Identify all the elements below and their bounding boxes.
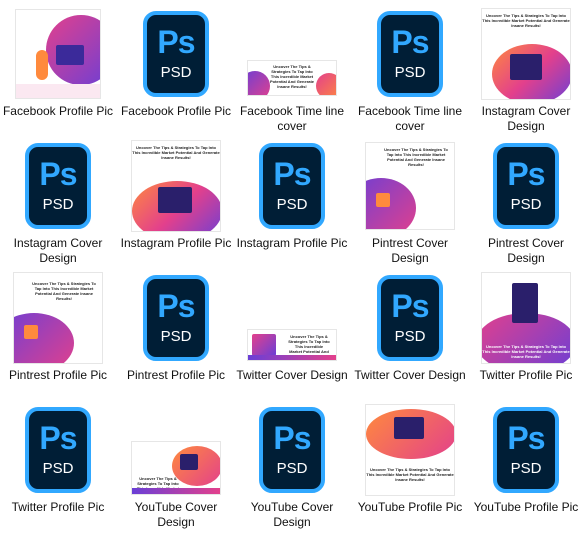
file-item[interactable]: Ps PSD Facebook Time line cover (352, 4, 468, 134)
file-label: Facebook Time line cover (357, 104, 463, 133)
file-label: Twitter Cover Design (236, 368, 348, 382)
file-item[interactable]: Ps PSD Instagram Cover Design (0, 136, 116, 266)
file-label: Pintrest Profile Pic (8, 368, 108, 382)
psd-file-icon: Ps PSD (143, 11, 209, 97)
file-label: Instagram Profile Pic (120, 236, 232, 250)
file-item[interactable]: Ps PSD YouTube Profile Pic (468, 400, 583, 530)
psd-file-icon: Ps PSD (377, 275, 443, 361)
file-label: Instagram Profile Pic (236, 236, 348, 250)
image-thumbnail-icon: Uncover The Tips & Strategies To Tap Int… (248, 330, 336, 360)
file-item[interactable]: Uncover The Tips & Strategies To Tap Int… (0, 268, 116, 398)
file-item[interactable]: Uncover The Tips & Strategies To Tap Int… (352, 400, 468, 530)
psd-file-icon: Ps PSD (259, 143, 325, 229)
file-item[interactable]: Facebook Profile Pic (0, 4, 116, 134)
file-label: Twitter Profile Pic (479, 368, 573, 382)
file-label: Facebook Profile Pic (120, 104, 232, 118)
psd-file-icon: Ps PSD (25, 407, 91, 493)
file-label: Instagram Cover Design (481, 104, 571, 133)
image-thumbnail-icon: Uncover The Tips & Strategies To Tap Int… (14, 273, 102, 363)
thumbnail (0, 4, 116, 104)
file-item[interactable]: Uncover The Tips & Strategies To Tap Int… (468, 268, 583, 398)
file-label: YouTube Profile Pic (473, 500, 579, 514)
image-thumbnail-icon: Uncover The Tips & Strategies To Tap Int… (132, 442, 220, 494)
file-item[interactable]: Ps PSD Pintrest Profile Pic (118, 268, 234, 398)
psd-file-icon: Ps PSD (493, 407, 559, 493)
file-item[interactable]: Uncover The Tips & Strategies To Tap Int… (118, 400, 234, 530)
file-label: YouTube Cover Design (250, 500, 334, 529)
file-label: Facebook Profile Pic (2, 104, 114, 118)
file-item[interactable]: Uncover The Tips & Strategies To Tap Int… (234, 268, 350, 398)
file-item[interactable]: Uncover The Tips & Strategies To Tap Int… (118, 136, 234, 266)
file-label: Facebook Time line cover (239, 104, 345, 133)
image-thumbnail-icon: Uncover The Tips & Strategies To Tap Int… (132, 141, 220, 231)
psd-file-icon: Ps PSD (377, 11, 443, 97)
image-thumbnail-icon: Uncover The Tips & Strategies To Tap Int… (482, 9, 570, 99)
image-thumbnail-icon: Uncover The Tips & Strategies To Tap Int… (366, 405, 454, 495)
file-label: YouTube Cover Design (134, 500, 218, 529)
psd-file-icon: Ps PSD (143, 275, 209, 361)
image-thumbnail-icon: Uncover The Tips & Strategies To Tap Int… (366, 143, 454, 229)
file-label: Twitter Cover Design (354, 368, 466, 382)
file-label: Pintrest Cover Design (487, 236, 565, 265)
file-item[interactable]: Ps PSD Instagram Profile Pic (234, 136, 350, 266)
file-item[interactable]: Ps PSD Twitter Profile Pic (0, 400, 116, 530)
image-thumbnail-icon: Uncover The Tips & Strategies To Tap Int… (248, 61, 336, 95)
file-label: Pintrest Profile Pic (126, 368, 226, 382)
image-thumbnail-icon: Uncover The Tips & Strategies To Tap Int… (482, 273, 570, 363)
file-label: YouTube Profile Pic (357, 500, 463, 514)
file-item[interactable]: Ps PSD YouTube Cover Design (234, 400, 350, 530)
file-item[interactable]: Uncover The Tips & Strategies To Tap Int… (352, 136, 468, 266)
file-label: Instagram Cover Design (13, 236, 103, 265)
file-item[interactable]: Ps PSD Facebook Profile Pic (118, 4, 234, 134)
file-label: Twitter Profile Pic (11, 500, 105, 514)
image-thumbnail-icon (16, 10, 100, 98)
file-item[interactable]: Ps PSD Pintrest Cover Design (468, 136, 583, 266)
file-item[interactable]: Uncover The Tips & Strategies To Tap Int… (234, 4, 350, 134)
psd-file-icon: Ps PSD (259, 407, 325, 493)
file-item[interactable]: Uncover The Tips & Strategies To Tap Int… (468, 4, 583, 134)
file-item[interactable]: Ps PSD Twitter Cover Design (352, 268, 468, 398)
psd-file-icon: Ps PSD (25, 143, 91, 229)
file-label: Pintrest Cover Design (371, 236, 449, 265)
psd-file-icon: Ps PSD (493, 143, 559, 229)
